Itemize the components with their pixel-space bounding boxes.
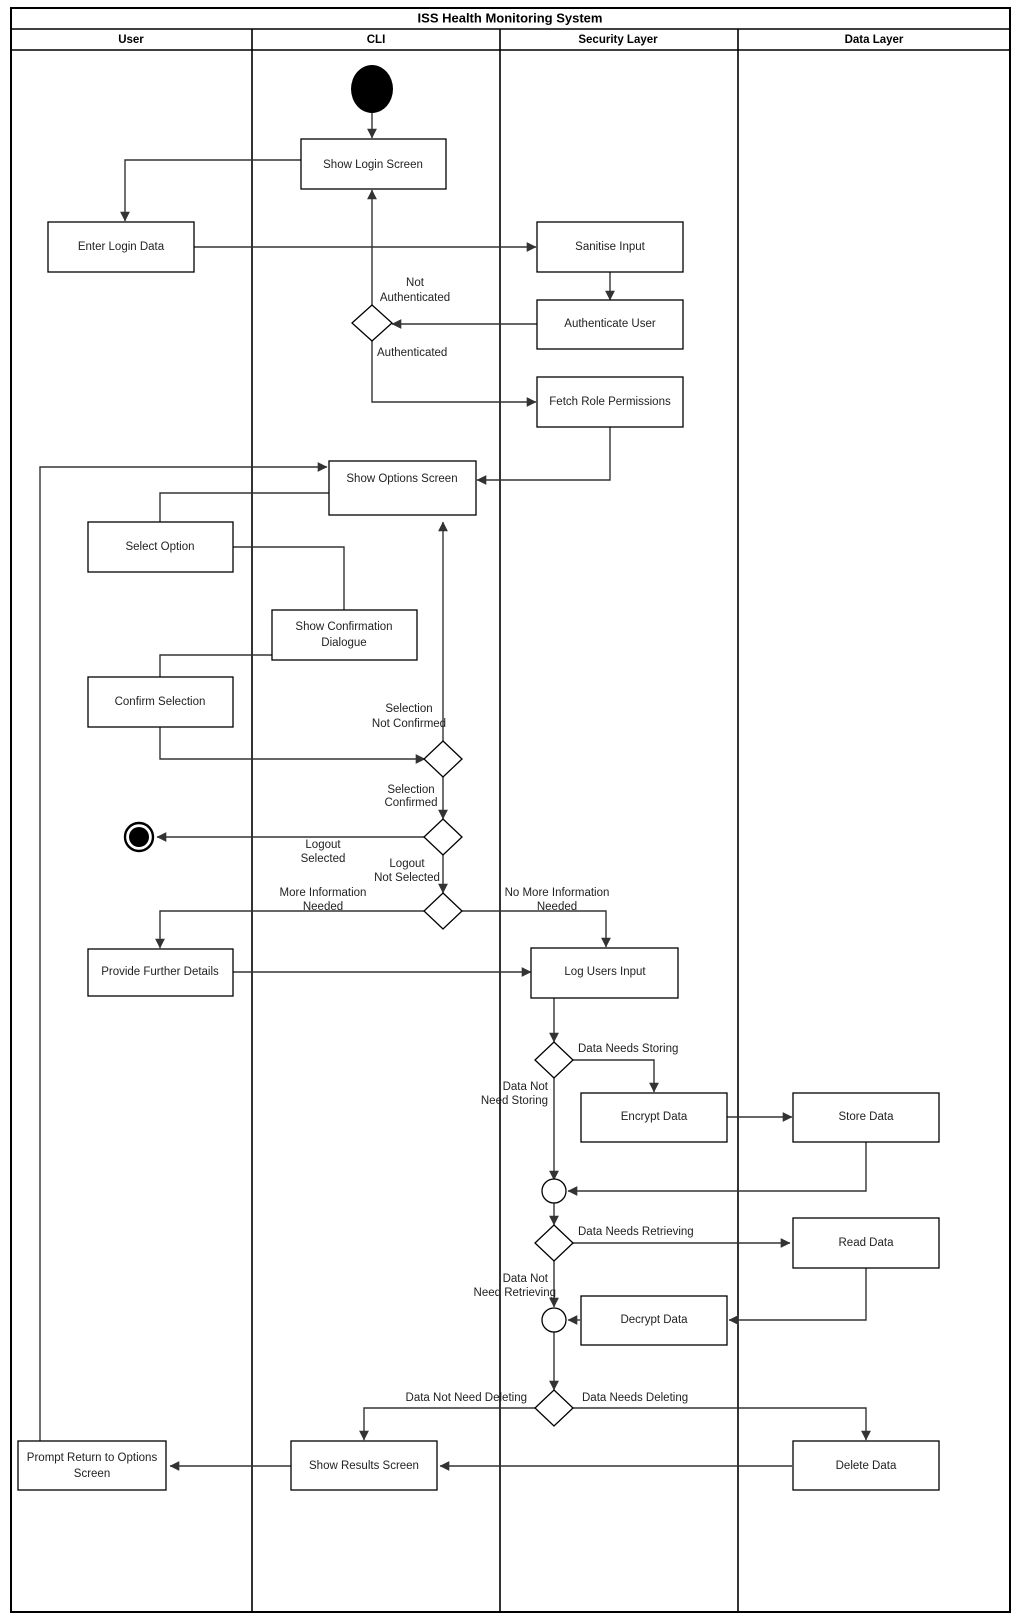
decision-data-needs-retrieving[interactable] [534, 1224, 574, 1262]
edge-label-data-needs-storing: Data Needs Storing [578, 1043, 678, 1055]
lane-header-security-layer: Security Layer [578, 34, 658, 46]
node-show-confirmation-dialogue[interactable]: Show Confirmation Dialogue [271, 609, 418, 661]
edge-label-data-not-need-deleting: Data Not Need Deleting [406, 1392, 527, 1404]
node-label-log-users-input: Log Users Input [564, 966, 646, 978]
decision-logout[interactable] [423, 818, 463, 856]
edge-label-logout-selected-line1: Logout [305, 839, 341, 851]
node-label-show-options-screen: Show Options Screen [346, 473, 457, 485]
node-store-data[interactable]: Store Data [792, 1092, 940, 1143]
node-read-data[interactable]: Read Data [792, 1217, 940, 1269]
merge-node-store [541, 1178, 567, 1204]
node-label-show-login-screen: Show Login Screen [323, 159, 423, 171]
node-select-option[interactable]: Select Option [87, 521, 234, 573]
node-provide-further-details[interactable]: Provide Further Details [87, 948, 234, 997]
edge-label-logout-selected-line2: Selected [301, 853, 346, 865]
node-label-enter-login-data: Enter Login Data [78, 241, 165, 253]
node-sanitise-input[interactable]: Sanitise Input [536, 221, 684, 273]
flow-read-data-to-decrypt-data [728, 1268, 867, 1325]
diagram-title: ISS Health Monitoring System [418, 10, 603, 25]
edge-label-not-authenticated-line1: Not [406, 277, 425, 289]
edge-label-no-more-information-needed-line1: No More Information [505, 887, 610, 899]
edge-label-data-needs-retrieving: Data Needs Retrieving [578, 1226, 694, 1238]
edge-label-logout-not-selected-line1: Logout [389, 858, 425, 870]
node-label-show-results-screen: Show Results Screen [309, 1460, 419, 1472]
node-label-provide-further-details: Provide Further Details [101, 966, 219, 978]
edge-label-more-information-needed-line1: More Information [280, 887, 367, 899]
node-label-confirm-selection: Confirm Selection [115, 696, 206, 708]
node-confirm-selection[interactable]: Confirm Selection [87, 676, 234, 728]
node-label-decrypt-data: Decrypt Data [620, 1314, 688, 1326]
node-label-show-confirmation-dialogue-line2: Dialogue [321, 637, 366, 649]
node-delete-data[interactable]: Delete Data [792, 1440, 940, 1491]
flow-edges [39, 110, 871, 1471]
edge-label-data-needs-deleting: Data Needs Deleting [582, 1392, 688, 1404]
decision-data-needs-deleting[interactable] [534, 1389, 574, 1427]
edge-label-data-not-need-storing-line2: Need Storing [481, 1095, 548, 1107]
node-authenticate-user[interactable]: Authenticate User [536, 299, 684, 350]
node-fetch-role-permissions[interactable]: Fetch Role Permissions [536, 376, 684, 428]
flow-more-info-decision-to-log-users-input [461, 910, 611, 948]
decision-authenticated[interactable] [351, 304, 393, 342]
flow-store-decision-to-encrypt-data [572, 1059, 659, 1093]
merge-node-retrieve [541, 1307, 567, 1333]
node-encrypt-data[interactable]: Encrypt Data [580, 1092, 728, 1143]
edge-label-selection-not-confirmed-line2: Not Confirmed [372, 718, 446, 730]
node-decrypt-data[interactable]: Decrypt Data [580, 1295, 728, 1346]
node-label-prompt-return-line2: Screen [74, 1468, 110, 1480]
flow-fetch-role-permissions-to-show-options-screen [476, 427, 611, 485]
activity-diagram-canvas: ISS Health Monitoring System User CLI Se… [0, 0, 1021, 1621]
initial-node [351, 65, 393, 113]
flow-delete-decision-to-show-results-screen [359, 1407, 536, 1441]
node-label-fetch-role-permissions: Fetch Role Permissions [549, 396, 671, 408]
node-label-store-data: Store Data [839, 1111, 895, 1123]
edge-label-authenticated: Authenticated [377, 347, 447, 359]
node-label-select-option: Select Option [125, 541, 194, 553]
edge-label-selection-confirmed-line1: Selection [387, 784, 434, 796]
node-label-read-data: Read Data [839, 1237, 895, 1249]
decision-more-information[interactable] [423, 892, 463, 930]
node-log-users-input[interactable]: Log Users Input [530, 947, 679, 999]
lane-header-cli: CLI [367, 34, 386, 46]
edge-label-data-not-need-storing-line1: Data Not [503, 1081, 549, 1093]
decision-data-needs-storing[interactable] [534, 1041, 574, 1079]
edge-label-data-not-need-retrieving-line2: Need Retrieving [474, 1287, 556, 1299]
flow-confirm-selection-to-confirm-decision [159, 727, 426, 764]
edge-label-data-not-need-retrieving-line1: Data Not [503, 1273, 549, 1285]
node-label-show-confirmation-dialogue-line1: Show Confirmation [295, 621, 392, 633]
node-label-authenticate-user: Authenticate User [564, 318, 656, 330]
node-show-login-screen[interactable]: Show Login Screen [300, 138, 447, 190]
lane-header-user: User [118, 34, 144, 46]
node-label-encrypt-data: Encrypt Data [621, 1111, 688, 1123]
flow-more-info-decision-to-provide-further-details [155, 910, 425, 949]
flow-delete-decision-to-delete-data [572, 1407, 871, 1441]
node-show-results-screen[interactable]: Show Results Screen [290, 1440, 438, 1491]
lane-header-data-layer: Data Layer [845, 34, 904, 46]
node-enter-login-data[interactable]: Enter Login Data [47, 221, 195, 273]
flow-store-data-to-merge-store [567, 1142, 867, 1196]
final-node [123, 821, 155, 853]
node-show-options-screen[interactable]: Show Options Screen [328, 460, 477, 516]
node-label-sanitise-input: Sanitise Input [575, 241, 645, 253]
decision-selection-confirmed[interactable] [423, 740, 463, 778]
edge-label-not-authenticated-line2: Authenticated [380, 292, 450, 304]
iss-health-monitoring-activity-diagram: ISS Health Monitoring System User CLI Se… [10, 7, 1011, 1613]
node-label-prompt-return-line1: Prompt Return to Options [27, 1452, 158, 1464]
flow-show-login-screen-to-enter-login-data [120, 159, 310, 222]
node-prompt-return-to-options-screen[interactable]: Prompt Return to Options Screen [17, 1440, 167, 1491]
edge-label-logout-not-selected-line2: Not Selected [374, 872, 440, 884]
edge-label-selection-confirmed-line2: Confirmed [384, 797, 437, 809]
node-label-delete-data: Delete Data [836, 1460, 897, 1472]
edge-label-no-more-information-needed-line2: Needed [537, 901, 577, 913]
edge-label-more-information-needed-line2: Needed [303, 901, 343, 913]
edge-label-selection-not-confirmed-line1: Selection [385, 703, 432, 715]
